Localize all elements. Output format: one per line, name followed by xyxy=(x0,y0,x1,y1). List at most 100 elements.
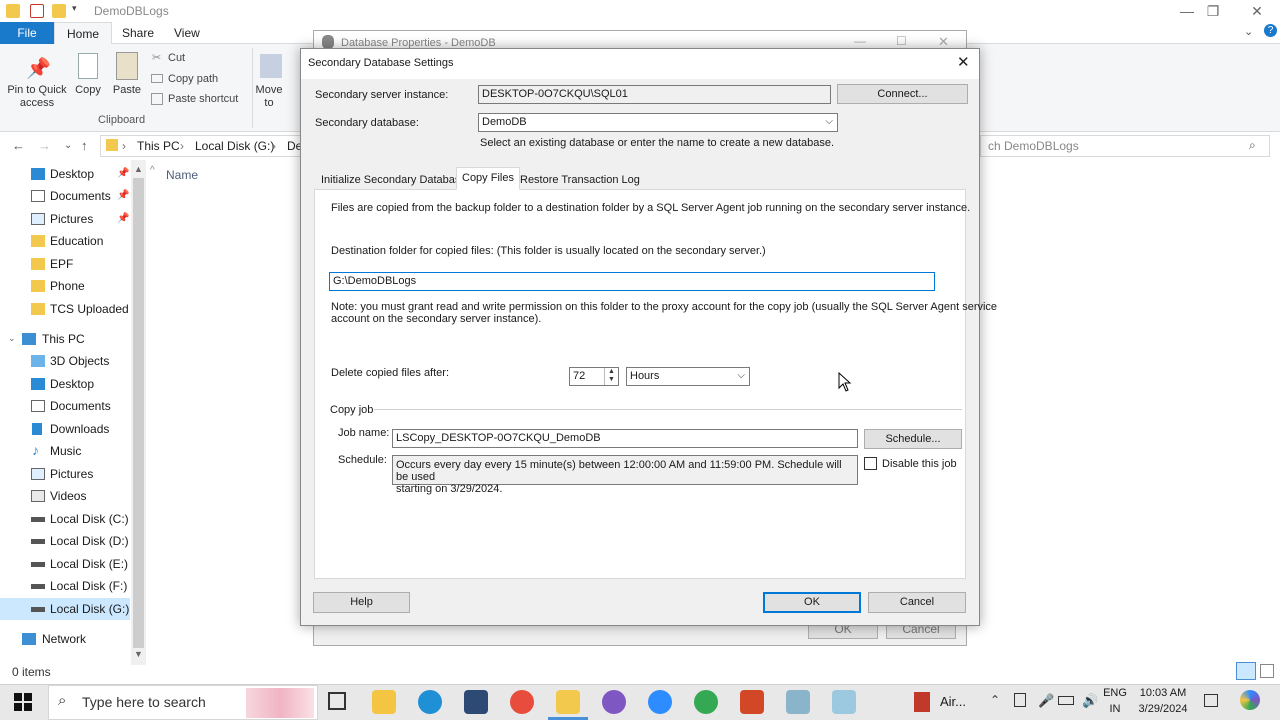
paint-icon[interactable] xyxy=(786,690,810,714)
close-icon[interactable]: ✕ xyxy=(1234,0,1280,22)
sticky-app-icon[interactable] xyxy=(372,690,396,714)
tab-initialize-secondary-database[interactable]: Initialize Secondary Database xyxy=(315,169,473,189)
recent-locations-icon[interactable]: ⌄ xyxy=(64,140,72,151)
language-indicator-top[interactable]: ENG xyxy=(1100,687,1130,699)
schedule-button[interactable]: Schedule... xyxy=(864,429,962,449)
nav-item-tcs-uploaded[interactable]: TCS Uploaded D xyxy=(0,298,130,320)
qat-dropdown-icon[interactable]: ▾ xyxy=(72,3,77,14)
nav-pane-scroll-thumb[interactable] xyxy=(133,178,144,648)
file-explorer-icon[interactable] xyxy=(556,690,580,714)
tab-share[interactable]: Share xyxy=(110,22,166,44)
help-button[interactable]: Help xyxy=(313,592,410,613)
copilot-icon[interactable] xyxy=(1240,690,1260,710)
chevron-up-icon[interactable]: ⌃ xyxy=(990,693,1000,707)
close-icon[interactable]: ✕ xyxy=(957,53,970,71)
task-view-icon[interactable] xyxy=(328,692,346,710)
secondary-database-combo[interactable]: DemoDB ⌵ xyxy=(478,113,838,132)
app-icon[interactable] xyxy=(832,690,856,714)
nav-item-documents-pc[interactable]: Documents xyxy=(0,395,130,417)
move-to-button[interactable]: Move to xyxy=(254,84,284,110)
nav-item-3d-objects[interactable]: 3D Objects xyxy=(0,350,130,372)
scroll-up-icon[interactable]: ▲ xyxy=(134,164,143,174)
move-to-icon xyxy=(260,54,282,78)
nav-item-education[interactable]: Education xyxy=(0,230,130,252)
paste-shortcut-button[interactable]: Paste shortcut xyxy=(168,93,238,105)
maximize-icon[interactable]: ❐ xyxy=(1190,0,1236,22)
app-icon[interactable] xyxy=(602,690,626,714)
edge-icon[interactable] xyxy=(418,690,442,714)
nav-item-documents[interactable]: Documents 📌 xyxy=(0,185,130,207)
language-indicator-bottom[interactable]: IN xyxy=(1100,703,1130,715)
spinner-arrows-icon[interactable]: ▲ ▼ xyxy=(604,368,618,385)
help-icon[interactable]: ? xyxy=(1264,24,1277,37)
destination-folder-input[interactable]: G:\DemoDBLogs xyxy=(329,272,935,291)
clock-date[interactable]: 3/29/2024 xyxy=(1134,703,1192,715)
nav-item-pictures-pc[interactable]: Pictures xyxy=(0,463,130,485)
cancel-button[interactable]: Cancel xyxy=(868,592,966,613)
minimize-icon[interactable]: — xyxy=(854,34,866,48)
pin-to-quick-access-button[interactable]: Pin to Quick access xyxy=(4,84,70,110)
nav-item-music[interactable]: ♪ Music xyxy=(0,440,130,462)
nav-item-this-pc[interactable]: This PC xyxy=(0,328,130,350)
nav-item-desktop-pc[interactable]: Desktop xyxy=(0,373,130,395)
zoom-icon[interactable] xyxy=(648,690,672,714)
paste-button[interactable]: Paste xyxy=(110,84,144,97)
tab-view[interactable]: View xyxy=(162,22,212,44)
nav-item-local-disk-f[interactable]: Local Disk (F:) xyxy=(0,575,130,597)
ok-button[interactable]: OK xyxy=(763,592,861,613)
back-arrow-icon[interactable]: ← xyxy=(12,138,25,153)
nav-item-local-disk-d[interactable]: Local Disk (D:) xyxy=(0,530,130,552)
taskbar-search-input[interactable]: Type here to search xyxy=(82,694,206,710)
copy-path-button[interactable]: Copy path xyxy=(168,73,218,85)
new-folder-icon[interactable] xyxy=(52,4,66,18)
job-name-input[interactable]: LSCopy_DESKTOP-0O7CKQU_DemoDB xyxy=(392,429,858,448)
chrome-icon[interactable] xyxy=(510,690,534,714)
tab-file[interactable]: File xyxy=(0,22,54,44)
airline-app-icon[interactable] xyxy=(914,692,930,712)
connect-button[interactable]: Connect... xyxy=(837,84,968,104)
nav-item-network[interactable]: Network xyxy=(0,628,130,650)
nav-item-local-disk-e[interactable]: Local Disk (E:) xyxy=(0,553,130,575)
tab-home[interactable]: Home xyxy=(54,22,113,44)
nav-item-downloads[interactable]: Downloads xyxy=(0,418,130,440)
device-icon[interactable] xyxy=(1014,693,1026,707)
nav-item-desktop[interactable]: Desktop 📌 xyxy=(0,163,130,185)
search-input[interactable]: ch DemoDBLogs xyxy=(988,139,1079,153)
nav-item-epf[interactable]: EPF xyxy=(0,253,130,275)
nav-item-local-disk-g[interactable]: Local Disk (G:) xyxy=(0,598,130,620)
nav-item-phone[interactable]: Phone xyxy=(0,275,130,297)
details-view-icon[interactable] xyxy=(1236,662,1256,680)
clock-time[interactable]: 10:03 AM xyxy=(1134,687,1192,699)
breadcrumb-this-pc[interactable]: This PC xyxy=(137,139,180,153)
powerpoint-icon[interactable] xyxy=(740,690,764,714)
tab-copy-files[interactable]: Copy Files xyxy=(456,167,520,190)
nav-item-label: Videos xyxy=(50,489,87,503)
nav-item-local-disk-c[interactable]: Local Disk (C:) xyxy=(0,508,130,530)
disable-job-checkbox[interactable] xyxy=(864,457,877,470)
notifications-icon[interactable] xyxy=(1204,694,1218,707)
delete-unit-combo[interactable]: Hours ⌵ xyxy=(626,367,750,386)
scroll-down-icon[interactable]: ▼ xyxy=(134,649,143,659)
job-name-label: Job name: xyxy=(338,427,390,439)
nav-item-videos[interactable]: Videos xyxy=(0,485,130,507)
nav-item-pictures[interactable]: Pictures 📌 xyxy=(0,208,130,230)
expand-ribbon-icon[interactable]: ⌄ xyxy=(1244,25,1253,38)
breadcrumb-local-disk-g[interactable]: Local Disk (G:) xyxy=(195,139,274,153)
large-icons-view-icon[interactable] xyxy=(1260,664,1274,678)
sql-server-management-studio-icon[interactable] xyxy=(464,690,488,714)
forward-arrow-icon[interactable]: → xyxy=(38,138,51,153)
copy-job-group-label: Copy job xyxy=(330,404,374,416)
cut-button[interactable]: Cut xyxy=(168,52,185,64)
windows-start-icon[interactable] xyxy=(14,693,32,711)
maximize-icon[interactable]: ☐ xyxy=(896,34,907,48)
battery-icon[interactable] xyxy=(1058,696,1074,705)
microphone-icon[interactable]: 🎤 xyxy=(1038,693,1054,709)
copy-button[interactable]: Copy xyxy=(72,84,104,97)
airline-app-label[interactable]: Air... xyxy=(940,694,966,709)
properties-icon[interactable] xyxy=(30,4,44,18)
tab-restore-transaction-log[interactable]: Restore Transaction Log xyxy=(514,169,646,189)
up-arrow-icon[interactable]: ↑ xyxy=(81,138,88,153)
column-header-name[interactable]: Name xyxy=(166,168,198,182)
chrome-profile-icon[interactable] xyxy=(694,690,718,714)
volume-icon[interactable]: 🔊 xyxy=(1082,693,1098,709)
